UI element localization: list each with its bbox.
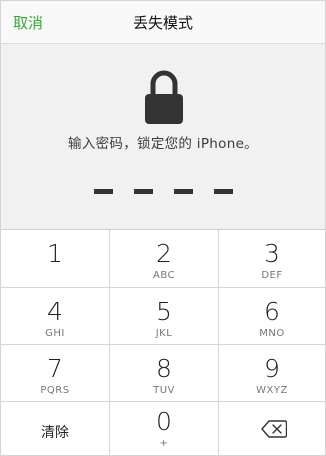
key-letters: WXYZ	[256, 385, 288, 396]
key-5[interactable]: 5 JKL	[110, 288, 218, 344]
pin-slot	[174, 189, 193, 194]
keypad-divider	[1, 287, 325, 288]
clear-button[interactable]: 清除	[1, 402, 109, 455]
key-letters: +	[159, 438, 169, 449]
key-digit: 7	[47, 354, 63, 383]
pin-slot	[94, 189, 113, 194]
navigation-bar: 取消 丢失模式	[1, 1, 325, 44]
key-letters: ABC	[152, 270, 175, 281]
key-9[interactable]: 9 WXYZ	[219, 345, 325, 401]
key-digit: 6	[264, 297, 280, 326]
keypad-divider	[218, 230, 219, 455]
key-digit: 4	[47, 297, 63, 326]
backspace-icon	[261, 420, 287, 438]
key-letters: TUV	[153, 385, 175, 396]
key-0[interactable]: 0 +	[110, 402, 218, 455]
key-2[interactable]: 2 ABC	[110, 230, 218, 287]
key-digit: 9	[264, 354, 280, 383]
lock-area: 输入密码，锁定您的 iPhone。	[1, 44, 325, 229]
key-digit: 3	[264, 239, 280, 268]
key-letters: DEF	[261, 270, 283, 281]
keypad-divider	[1, 344, 325, 345]
passcode-prompt: 输入密码，锁定您的 iPhone。	[68, 136, 258, 152]
key-digit: 5	[156, 297, 172, 326]
keypad-divider	[109, 230, 110, 455]
key-3[interactable]: 3 DEF	[219, 230, 325, 287]
key-1[interactable]: 1	[1, 230, 109, 287]
numeric-keypad: 1 2 ABC 3 DEF 4 GHI 5 JKL 6 MNO 7 PQRS 8…	[1, 229, 325, 455]
key-digit: 1	[47, 239, 63, 268]
key-letters: MNO	[259, 328, 285, 339]
backspace-button[interactable]	[219, 402, 325, 455]
key-letters: GHI	[45, 328, 65, 339]
page-title: 丢失模式	[132, 14, 193, 32]
key-digit: 0	[156, 407, 172, 436]
keypad-divider	[1, 401, 325, 402]
key-digit: 2	[156, 239, 172, 268]
clear-label: 清除	[41, 425, 69, 441]
key-digit: 8	[156, 354, 172, 383]
pin-slot	[214, 189, 233, 194]
key-7[interactable]: 7 PQRS	[1, 345, 109, 401]
lost-mode-screen: 取消 丢失模式 输入密码，锁定您的 iPhone。 1 2 ABC 3 DEF	[0, 0, 326, 456]
key-letters: PQRS	[40, 385, 70, 396]
key-8[interactable]: 8 TUV	[110, 345, 218, 401]
key-letters: JKL	[155, 328, 173, 339]
passcode-field[interactable]	[94, 189, 234, 195]
key-6[interactable]: 6 MNO	[219, 288, 325, 344]
lock-icon	[145, 70, 183, 124]
pin-slot	[134, 189, 153, 194]
key-4[interactable]: 4 GHI	[1, 288, 109, 344]
